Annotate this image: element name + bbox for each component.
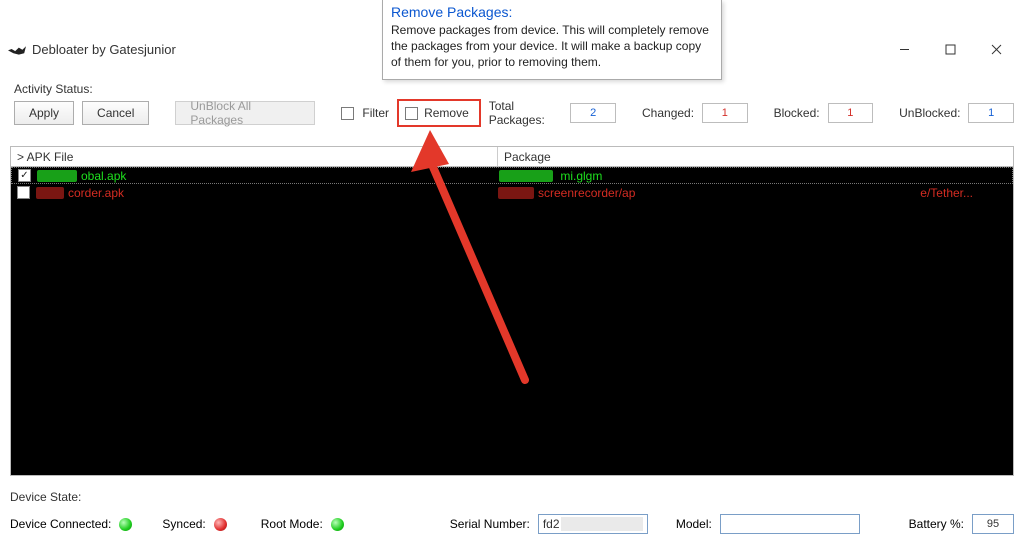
col-package[interactable]: Package [498,147,1013,166]
battery-field[interactable]: 95 [972,514,1014,534]
serial-field[interactable]: fd2 [538,514,648,534]
apply-button[interactable]: Apply [14,101,74,125]
model-field[interactable] [720,514,860,534]
root-indicator [331,518,344,531]
remove-label: Remove [424,106,469,120]
synced-label: Synced: [162,517,205,531]
total-label: Total Packages: [489,99,563,127]
changed-label: Changed: [642,106,694,120]
row-checkbox[interactable] [17,186,30,199]
total-value: 2 [570,103,616,123]
connected-indicator [119,518,132,531]
battery-label: Battery %: [909,517,964,531]
package-text: mi.glgm [560,169,602,183]
model-label: Model: [676,517,712,531]
redaction-bar [37,170,77,182]
activity-panel: Activity Status: Apply Cancel UnBlock Al… [14,82,1014,126]
synced-indicator [214,518,227,531]
window-buttons [882,36,1018,62]
filter-checkbox[interactable] [341,107,354,120]
device-status-row: Device Connected: Synced: Root Mode: Ser… [10,514,1014,534]
unblocked-label: UnBlocked: [899,106,960,120]
table-row[interactable]: obal.apk mi.glgm [11,167,1013,184]
redaction-bar [498,187,534,199]
root-mode-label: Root Mode: [261,517,323,531]
activity-toolbar: Apply Cancel UnBlock All Packages Filter… [14,100,1014,126]
blocked-value: 1 [828,103,874,123]
unblock-all-button[interactable]: UnBlock All Packages [175,101,315,125]
tooltip-title: Remove Packages: [391,4,713,20]
window-title: Debloater by Gatesjunior [32,42,176,57]
apk-file-text: obal.apk [81,169,126,183]
row-checkbox[interactable] [18,169,31,182]
package-text: screenrecorder/ap [538,186,635,200]
redaction-bar [499,170,553,182]
device-panel: Device State: Device Connected: Synced: … [10,490,1014,534]
close-button[interactable] [974,36,1018,62]
app-icon [8,42,26,56]
filter-label: Filter [362,106,389,120]
cancel-button[interactable]: Cancel [82,101,149,125]
device-state-label: Device State: [10,490,1014,504]
activity-status-label: Activity Status: [14,82,1014,96]
package-table[interactable]: > APK File Package obal.apk mi.glgm cord… [10,146,1014,476]
package-tail: e/Tether... [920,186,973,200]
remove-highlight: Remove [397,99,481,127]
redaction-bar [36,187,64,199]
table-row[interactable]: corder.apk screenrecorder/ap e/Tether... [11,184,1013,201]
blocked-label: Blocked: [774,106,820,120]
remove-checkbox[interactable] [405,107,418,120]
changed-value: 1 [702,103,748,123]
serial-label: Serial Number: [450,517,530,531]
tooltip-body: Remove packages from device. This will c… [391,22,713,71]
minimize-button[interactable] [882,36,926,62]
apk-file-text: corder.apk [68,186,124,200]
maximize-button[interactable] [928,36,972,62]
device-connected-label: Device Connected: [10,517,111,531]
col-apk-file[interactable]: > APK File [11,147,498,166]
remove-tooltip: Remove Packages: Remove packages from de… [382,0,722,80]
unblocked-value: 1 [968,103,1014,123]
table-header: > APK File Package [11,147,1013,167]
